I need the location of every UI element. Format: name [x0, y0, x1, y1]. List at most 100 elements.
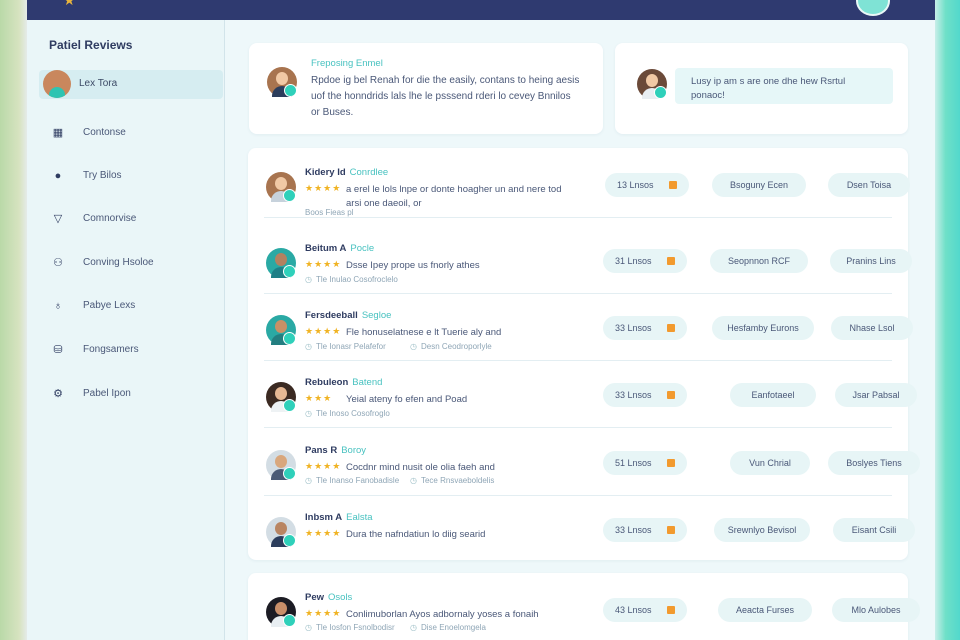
- avatar: [637, 69, 667, 99]
- reviewer-name: Kidery Id Conrdlee: [305, 167, 389, 178]
- database-icon: ⛁: [53, 344, 63, 356]
- avatar: [266, 450, 296, 480]
- tag-pill[interactable]: Eisant Csili: [833, 518, 915, 542]
- tag-pill[interactable]: Jsar Pabsal: [835, 383, 917, 407]
- tag-pill[interactable]: Aeacta Furses: [718, 598, 812, 622]
- review-meta: ◷ Tle Inulao Cosofroclelo: [305, 275, 398, 284]
- box-icon: [667, 324, 675, 332]
- sidebar-item-label: Pabel Ipon: [83, 388, 131, 399]
- building-icon: ▦: [52, 127, 64, 139]
- divider: [264, 293, 892, 294]
- tag-pill[interactable]: Hesfamby Eurons: [712, 316, 814, 340]
- top-bar: ★: [27, 0, 935, 20]
- reviewer-tag: Batend: [352, 377, 383, 388]
- star-rating: ★★★★: [305, 461, 342, 471]
- users-icon: ⚇: [53, 257, 63, 269]
- shield-icon: ▽: [53, 213, 63, 225]
- box-icon: [667, 257, 675, 265]
- table-row[interactable]: Pans R Boroy ★★★★ Cocdnr mind nusit ole o…: [248, 430, 920, 496]
- review-meta: ◷ Tle Inoso Cosofroglo: [305, 409, 390, 418]
- count-pill[interactable]: 33 Lnsos: [603, 383, 687, 407]
- sidebar-item-pabel-ipon[interactable]: ⚙ Pabel Ipon: [49, 385, 219, 405]
- sidebar-item-profile[interactable]: Lex Tora: [39, 70, 223, 99]
- tag-pill[interactable]: Vun Chrial: [730, 451, 810, 475]
- count-pill[interactable]: 43 Lnsos: [603, 598, 687, 622]
- app-window: ★ Patiel Reviews Lex Tora ▦ Contonse ● T…: [27, 0, 935, 640]
- user-avatar[interactable]: [856, 0, 890, 16]
- table-row[interactable]: Fersdeeball Segloe ★★★★ Fle honuselatnese…: [248, 295, 913, 361]
- tag-pill[interactable]: Dsen Toisa: [828, 173, 910, 197]
- reviewer-tag: Osols: [328, 592, 353, 603]
- review-meta: ◷ Tle Inanso Fanobadisle: [305, 476, 400, 485]
- divider: [264, 217, 892, 218]
- avatar: [266, 315, 296, 345]
- reviewer-tag: Segloe: [361, 310, 392, 321]
- review-text: Conlimuborlan Ayos adbornaly yoses a fon…: [346, 609, 539, 620]
- status-dot: [284, 84, 297, 97]
- review-meta: ◷ Dise Enoelomgela: [410, 623, 486, 632]
- review-text: Fle honuselatnese e lt Tuerie aly and: [346, 327, 502, 338]
- message-card[interactable]: Lusy ip am s are one dhe hew Rsrtul pona…: [615, 43, 908, 134]
- star-rating: ★★★★: [305, 259, 342, 269]
- table-row[interactable]: Kidery Id Conrdlee ★★★★ a erel le lols ln…: [248, 152, 910, 218]
- featured-review-card[interactable]: Freposing Enmel Rpdoe ig bel Renah for d…: [249, 43, 603, 134]
- reviewer-name: Inbsm A Ealsta: [305, 512, 373, 523]
- tag-pill[interactable]: Boslyes Tiens: [828, 451, 920, 475]
- status-dot: [654, 86, 667, 99]
- tag-pill[interactable]: Seopnnon RCF: [710, 249, 808, 273]
- sidebar-item-comnorvise[interactable]: ▽ Comnorvise: [49, 210, 219, 230]
- gear-icon: ⚙: [53, 388, 63, 400]
- reviewer-name: Fersdeeball Segloe: [305, 310, 392, 321]
- sidebar-item-fongsamers[interactable]: ⛁ Fongsamers: [49, 341, 219, 361]
- review-text: a erel le lols lnpe or donte hoagher un …: [346, 184, 562, 209]
- box-icon: [667, 606, 675, 614]
- reviewer-name: Beitum A Pocle: [305, 243, 375, 254]
- sidebar-item-contonse[interactable]: ▦ Contonse: [49, 124, 219, 144]
- tag-pill[interactable]: Eanfotaeel: [730, 383, 816, 407]
- reviewer-tag: Pocle: [350, 243, 375, 254]
- count-pill[interactable]: 33 Lnsos: [603, 316, 687, 340]
- sidebar-item-pabye-lexs[interactable]: ♁ Pabye Lexs: [49, 297, 219, 317]
- review-meta: ◷ Tle Iosfon Fsnolbodisr: [305, 623, 395, 632]
- sidebar-item-label: Fongsamers: [83, 344, 139, 355]
- avatar: [267, 67, 297, 97]
- avatar: [266, 597, 296, 627]
- box-icon: [667, 459, 675, 467]
- box-icon: [667, 526, 675, 534]
- review-text: Dsse Ipey prope us fnorly athes: [346, 260, 480, 271]
- review-meta: ◷ Tece Rnsvaeboldelis: [410, 476, 495, 485]
- sidebar: Patiel Reviews Lex Tora ▦ Contonse ● Try…: [27, 20, 225, 640]
- avatar: [266, 382, 296, 412]
- box-icon: [669, 181, 677, 189]
- review-text: Cocdnr mind nusit ole olia faeh and: [346, 462, 495, 473]
- pin-icon: ●: [54, 170, 62, 182]
- sidebar-item-conving-hsoloe[interactable]: ⚇ Conving Hsoloe: [49, 254, 219, 274]
- avatar: [266, 248, 296, 278]
- divider: [264, 495, 892, 496]
- avatar: [43, 70, 71, 98]
- avatar: [266, 517, 296, 547]
- review-meta: Boos Fieas pl: [305, 208, 354, 217]
- card-text: Rpdoe ig bel Renah for die the easily, c…: [311, 75, 580, 118]
- review-text: Dura the nafndatiun lo diig searid: [346, 529, 486, 540]
- avatar: [266, 172, 296, 202]
- box-icon: [667, 391, 675, 399]
- count-pill[interactable]: 31 Lnsos: [603, 249, 687, 273]
- table-row[interactable]: Pew Osols ★★★★ Conlimuborlan Ayos adborna…: [248, 577, 920, 640]
- tag-pill[interactable]: Srewnlyo Bevisol: [714, 518, 810, 542]
- count-pill[interactable]: 33 Lnsos: [603, 518, 687, 542]
- table-row[interactable]: Inbsm A Ealsta ★★★★ Dura the nafndatiun l…: [248, 497, 915, 563]
- divider: [264, 360, 892, 361]
- count-pill[interactable]: 13 Lnsos: [605, 173, 689, 197]
- table-row[interactable]: Rebuleon Batend ★★★ Yeial ateny fo efen a…: [248, 362, 917, 428]
- count-pill[interactable]: 51 Lnsos: [603, 451, 687, 475]
- tag-pill[interactable]: Pranins Lins: [830, 249, 912, 273]
- sidebar-item-try-bilos[interactable]: ● Try Bilos: [49, 167, 219, 187]
- star-rating: ★★★★: [305, 183, 342, 193]
- star-rating: ★★★★: [305, 326, 342, 336]
- tag-pill[interactable]: Nhase Lsol: [831, 316, 913, 340]
- tag-pill[interactable]: Bsoguny Ecen: [712, 173, 806, 197]
- tag-pill[interactable]: Mlo Aulobes: [832, 598, 920, 622]
- table-row[interactable]: Beitum A Pocle ★★★★ Dsse Ipey prope us fn…: [248, 228, 912, 294]
- sidebar-item-label: Comnorvise: [83, 213, 137, 224]
